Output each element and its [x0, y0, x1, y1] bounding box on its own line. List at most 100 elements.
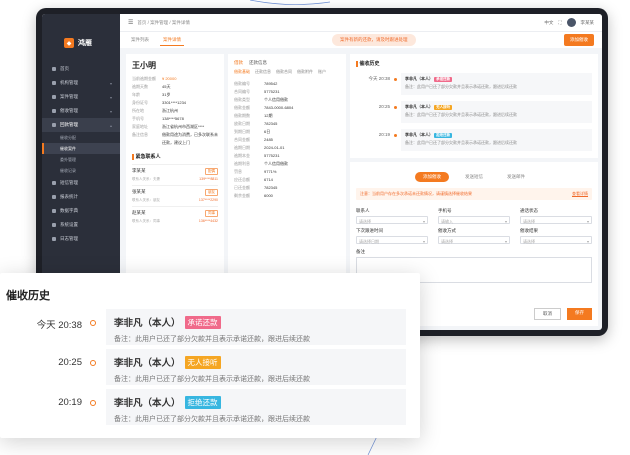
history-time: 今天 20:38 — [368, 76, 390, 81]
form-field: 通话状态请选择 ▾ — [520, 208, 592, 224]
form-field-input[interactable]: 请选择日期 ▾ — [356, 236, 428, 244]
form-segment-tabs: 添加催收 发送短信 发送邮件 — [356, 172, 592, 182]
zoom-history-note: 备注：此用户已还了部分欠款并且表示承诺还款，跟进后续还款 — [114, 336, 310, 343]
tab-case-list[interactable]: 案件列表 — [128, 35, 152, 45]
field-value: 2485 — [264, 137, 273, 142]
home-icon — [52, 67, 56, 71]
remark-label: 备注 — [356, 249, 365, 254]
sidebar-item-report[interactable]: 报表统计 — [42, 190, 120, 204]
form-field: 手机号 请输入 ▾ — [438, 208, 510, 224]
sidebar-item-settings[interactable]: 系统设置 — [42, 218, 120, 232]
debtor-field-row: 年龄 31岁 — [132, 91, 218, 99]
loan-field-row: 逾期日期 2024-01-01 — [234, 144, 340, 152]
field-key: 当前逾期金额 — [132, 76, 156, 81]
loan-subtab[interactable]: 借款合同 — [276, 69, 292, 75]
collection-icon — [52, 109, 56, 113]
menu-icon[interactable]: ☰ — [128, 19, 133, 26]
sidebar-item-label: 短信管理 — [60, 180, 78, 185]
form-field-input[interactable]: 请选择 ▾ — [438, 236, 510, 244]
field-value: 138****5678 — [162, 116, 184, 121]
loan-subtabs: 借款基础 还款信息 借款合同 借款附件 账户 — [234, 69, 340, 75]
form-segment-tab[interactable]: 发送邮件 — [499, 172, 533, 182]
contact-tag: 同事 — [205, 210, 218, 217]
form-field-label: 通话状态 — [520, 208, 538, 213]
cancel-button[interactable]: 取消 — [534, 308, 561, 320]
form-field-input[interactable]: 请输入 ▾ — [438, 216, 510, 224]
history-card: 李非凡（本人） 承诺还款 备注：此用户已还了部分欠款并且表示承诺还款，跟进后续还款 — [401, 73, 592, 95]
warning-link[interactable]: 查看详情 — [572, 191, 588, 197]
sidebar-subitem[interactable]: 委外管理 — [42, 154, 120, 165]
dict-icon — [52, 209, 56, 213]
loan-field-row: 合同编号 5775231 — [234, 88, 340, 96]
history-note: 备注：此用户已还了部分欠款并且表示承诺还款，跟进后续还款 — [405, 84, 517, 89]
contact-phone[interactable]: 137****2290 — [199, 198, 218, 203]
sidebar-subitem[interactable]: 催收分配 — [42, 132, 120, 143]
field-key: 借款金额 — [234, 105, 250, 110]
tab-repayment[interactable]: 还款信息 — [249, 60, 267, 66]
add-collection-button[interactable]: 添加催收 — [564, 34, 594, 46]
loan-field-row: 借款编号 789542 — [234, 80, 340, 88]
avatar[interactable] — [566, 18, 576, 27]
zoom-history-time: 今天 20:38 — [36, 320, 82, 331]
warning-text: 注意：当前用户存在多次承诺未还款情况，请谨慎选择催收结果 — [360, 191, 472, 196]
form-field-label: 催收结果 — [520, 228, 538, 233]
history-note: 备注：此用户已还了部分欠款并且表示承诺还款，跟进后续还款 — [405, 112, 517, 117]
save-button[interactable]: 保存 — [567, 308, 592, 320]
form-field-input[interactable]: 请选择 ▾ — [520, 216, 592, 224]
report-icon — [52, 195, 56, 199]
contact-tag: 配偶 — [205, 168, 218, 175]
field-key: 备注信息 — [132, 132, 148, 137]
contact-phone[interactable]: 136****4432 — [199, 219, 218, 224]
sidebar-item-dict[interactable]: 数据字典 — [42, 204, 120, 218]
zoom-history-entry: 20:19 李非凡（本人） 拒绝还款 备注：此用户已还了部分欠款并且表示承诺还款，跟进… — [0, 389, 406, 425]
topbar-actions: 中文 ⛶ 李某某 — [544, 18, 594, 27]
zoom-history-entry: 20:25 李非凡（本人） 无人接听 备注：此用户已还了部分欠款并且表示承诺还款，跟进… — [0, 349, 406, 385]
tab-loan[interactable]: 借款 — [234, 60, 243, 66]
loan-field-row: 合同金额 2485 — [234, 136, 340, 144]
zoom-history-card: 李非凡（本人） 拒绝还款 备注：此用户已还了部分欠款并且表示承诺还款，跟进后续还款 — [106, 389, 406, 425]
chevron-down-icon: ▾ — [422, 218, 425, 224]
field-key: 借款编号 — [234, 81, 250, 86]
user-name[interactable]: 李某某 — [581, 20, 595, 26]
sidebar-item-logs[interactable]: 日志管理 — [42, 232, 120, 246]
field-value: 12期 — [264, 113, 273, 118]
debtor-field-row: 逾期天数 45天 — [132, 83, 218, 91]
timeline-dot-icon — [90, 320, 96, 326]
contact-top: 李某某 配偶 — [132, 168, 218, 175]
status-badge: 拒绝还款 — [434, 133, 453, 138]
tabbar: 案件列表 案件详情 案件有新的还款，请及时跟进处理 添加催收 — [120, 32, 602, 48]
field-key: 逾期本金 — [234, 153, 250, 158]
zoom-title: 催收历史 — [6, 290, 50, 302]
loan-field-row: 逾期本金 5775231 — [234, 152, 340, 160]
contact-top: 张某某 朋友 — [132, 189, 218, 196]
language-switch[interactable]: 中文 — [544, 20, 553, 26]
form-field-input[interactable]: 请选择 ▾ — [356, 216, 428, 224]
form-segment-tab[interactable]: 发送短信 — [457, 172, 491, 182]
field-value: 7843-0000-6804 — [264, 105, 294, 110]
sidebar-item-cases[interactable]: 案件管理 ▾ — [42, 90, 120, 104]
sidebar-nav: 首页 机构管理 ▾ 案件管理 ▾ 催收管理 ▾ 回款管理 ▴ 催收分配 催收案件 委外管… — [42, 62, 120, 246]
loan-subtab[interactable]: 借款基础 — [234, 69, 250, 75]
loan-subtab[interactable]: 还款信息 — [255, 69, 271, 75]
contact-name: 李某某 — [132, 168, 146, 173]
tab-case-detail[interactable]: 案件详情 — [160, 35, 184, 46]
sidebar-subitem-active[interactable]: 催收案件 — [42, 143, 120, 154]
zoom-history-note: 备注：此用户已还了部分欠款并且表示承诺还款，跟进后续还款 — [114, 376, 310, 383]
loan-subtab[interactable]: 借款附件 — [297, 69, 313, 75]
sidebar-item-org[interactable]: 机构管理 ▾ — [42, 76, 120, 90]
zoom-history-who: 李非凡（本人） — [114, 318, 181, 329]
history-entry: 20:25 李非凡（本人） 无人接听 备注：此用户已还了部分欠款并且表示承诺还款，跟… — [356, 101, 592, 123]
debtor-name: 王小明 — [132, 61, 156, 70]
form-segment-tab[interactable]: 添加催收 — [415, 172, 449, 182]
sidebar-item-collection[interactable]: 催收管理 ▾ — [42, 104, 120, 118]
sidebar-item-repayment[interactable]: 回款管理 ▴ — [42, 118, 120, 132]
fullscreen-icon[interactable]: ⛶ — [558, 20, 561, 25]
sidebar-item-home[interactable]: 首页 — [42, 62, 120, 76]
sidebar-item-sms[interactable]: 短信管理 — [42, 176, 120, 190]
sidebar-subitem[interactable]: 催收记录 — [42, 165, 120, 176]
loan-subtab[interactable]: 账户 — [318, 69, 326, 75]
form-field-input[interactable]: 请选择 ▾ — [520, 236, 592, 244]
history-panel: 催收历史 今天 20:38 李非凡（本人） 承诺还款 备注：此用户已还了部分欠款并且… — [350, 54, 598, 158]
contact-phone[interactable]: 139****8811 — [199, 177, 218, 182]
status-badge: 拒绝还款 — [184, 395, 221, 409]
